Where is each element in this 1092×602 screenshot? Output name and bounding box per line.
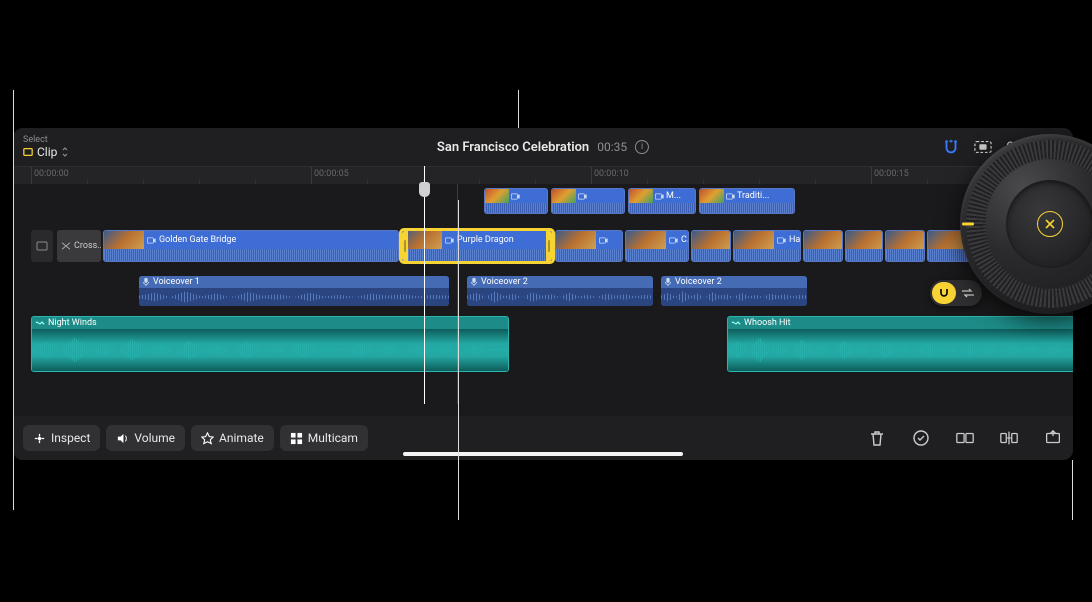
volume-button[interactable]: Volume bbox=[106, 425, 185, 451]
ruler-label: 00:00:00 bbox=[34, 169, 69, 179]
transition-label: Cross... bbox=[74, 241, 101, 251]
ruler-tick bbox=[31, 167, 32, 184]
connected-clip[interactable]: M... bbox=[628, 188, 696, 214]
select-mode: Clip bbox=[37, 145, 57, 159]
ruler-label: 00:00:05 bbox=[314, 169, 349, 179]
enable-disable-icon[interactable] bbox=[911, 428, 931, 448]
primary-clip[interactable] bbox=[555, 230, 623, 262]
clip-label: Purple Dragon bbox=[457, 235, 514, 245]
clip-label: Voiceover 1 bbox=[153, 277, 200, 287]
clip-mode-icon bbox=[23, 147, 33, 157]
volume-icon bbox=[116, 432, 129, 445]
snapping-icon[interactable] bbox=[942, 140, 960, 154]
primary-clip[interactable]: C... bbox=[625, 230, 689, 262]
primary-clip[interactable]: Pa... bbox=[845, 230, 883, 262]
inspect-icon bbox=[33, 432, 46, 445]
timeline-editor: Select Clip San Francisco Celebration 00… bbox=[13, 128, 1073, 460]
delete-icon[interactable] bbox=[867, 428, 887, 448]
transition-clip[interactable]: Cross... bbox=[57, 230, 101, 262]
jog-wheel[interactable] bbox=[960, 134, 1092, 314]
clip-label: M... bbox=[666, 191, 681, 201]
clip-label: Happy... bbox=[789, 235, 800, 245]
connected-clip[interactable] bbox=[484, 188, 548, 214]
primary-clip[interactable] bbox=[691, 230, 731, 262]
callout-line bbox=[458, 200, 459, 520]
close-icon bbox=[1045, 219, 1055, 229]
ruler-label: 00:00:10 bbox=[594, 169, 629, 179]
multicam-button[interactable]: Multicam bbox=[280, 425, 368, 451]
callout-line bbox=[13, 90, 14, 510]
home-indicator bbox=[403, 452, 683, 456]
jog-marker bbox=[962, 223, 974, 226]
music-row: Night Winds Whoosh Hit bbox=[13, 316, 1073, 372]
clip-label: Golden Gate Bridge bbox=[159, 235, 236, 245]
info-icon[interactable]: i bbox=[635, 140, 649, 154]
time-ruler[interactable]: 00:00:00 00:00:05 00:00:10 00:00:15 bbox=[13, 166, 1073, 184]
inspect-button[interactable]: Inspect bbox=[23, 425, 100, 451]
trim-handle-right[interactable] bbox=[546, 231, 552, 261]
project-title: San Francisco Celebration bbox=[437, 140, 589, 155]
primary-clip[interactable]: Purple Dragon bbox=[401, 230, 553, 262]
primary-clip[interactable] bbox=[885, 230, 925, 262]
animate-icon bbox=[201, 432, 214, 445]
callout-line bbox=[1072, 460, 1073, 520]
voiceover-row: Voiceover 1 Voiceover 2 Voiceover 2 bbox=[13, 276, 1073, 306]
primary-clip[interactable]: Golden Gate Bridge bbox=[103, 230, 399, 262]
edit-mode-selector[interactable]: Select Clip bbox=[23, 136, 69, 159]
trim-handle-left[interactable] bbox=[402, 231, 408, 261]
music-clip[interactable]: Night Winds bbox=[31, 316, 509, 372]
music-clip[interactable]: Whoosh Hit bbox=[727, 316, 1073, 372]
nudge-magnet-icon[interactable] bbox=[932, 282, 956, 304]
ruler-tick bbox=[871, 167, 872, 184]
ruler-tick bbox=[311, 167, 312, 184]
select-label: Select bbox=[23, 136, 69, 145]
clip-label: Voiceover 2 bbox=[675, 277, 722, 287]
overwrite-clip-icon[interactable] bbox=[1043, 428, 1063, 448]
primary-clip[interactable] bbox=[803, 230, 843, 262]
ruler-tick bbox=[591, 167, 592, 184]
project-duration: 00:35 bbox=[597, 140, 627, 154]
timeline-header: Select Clip San Francisco Celebration 00… bbox=[13, 128, 1073, 166]
clip-label: Night Winds bbox=[48, 318, 97, 328]
clip-label: Traditi... bbox=[737, 191, 769, 201]
connected-clip[interactable] bbox=[551, 188, 625, 214]
multicam-icon bbox=[290, 432, 303, 445]
animate-button[interactable]: Animate bbox=[191, 425, 274, 451]
connected-storyline-row: M... Traditi... bbox=[13, 188, 1073, 214]
jog-close-button[interactable] bbox=[1037, 211, 1063, 237]
timeline-tracks[interactable]: M... Traditi... Cross... Golden Gate Bridg… bbox=[13, 184, 1073, 404]
storyline-icon bbox=[36, 241, 48, 251]
voiceover-clip[interactable]: Voiceover 1 bbox=[139, 276, 449, 306]
clip-label: C... bbox=[681, 235, 688, 245]
chevron-updown-icon bbox=[61, 147, 69, 157]
voiceover-clip[interactable]: Voiceover 2 bbox=[661, 276, 807, 306]
primary-storyline-row: Cross... Golden Gate Bridge Purple Dragon C… bbox=[13, 230, 1073, 262]
connected-clip[interactable]: Traditi... bbox=[699, 188, 795, 214]
callout-line bbox=[518, 90, 519, 128]
connect-clip-icon[interactable] bbox=[955, 428, 975, 448]
insert-clip-icon[interactable] bbox=[999, 428, 1019, 448]
voiceover-clip[interactable]: Voiceover 2 bbox=[467, 276, 653, 306]
clip-label: Voiceover 2 bbox=[481, 277, 528, 287]
clip-label: Whoosh Hit bbox=[744, 318, 791, 328]
primary-clip[interactable]: Happy... bbox=[733, 230, 801, 262]
storyline-handle[interactable] bbox=[31, 230, 53, 262]
ruler-label: 00:00:15 bbox=[874, 169, 909, 179]
